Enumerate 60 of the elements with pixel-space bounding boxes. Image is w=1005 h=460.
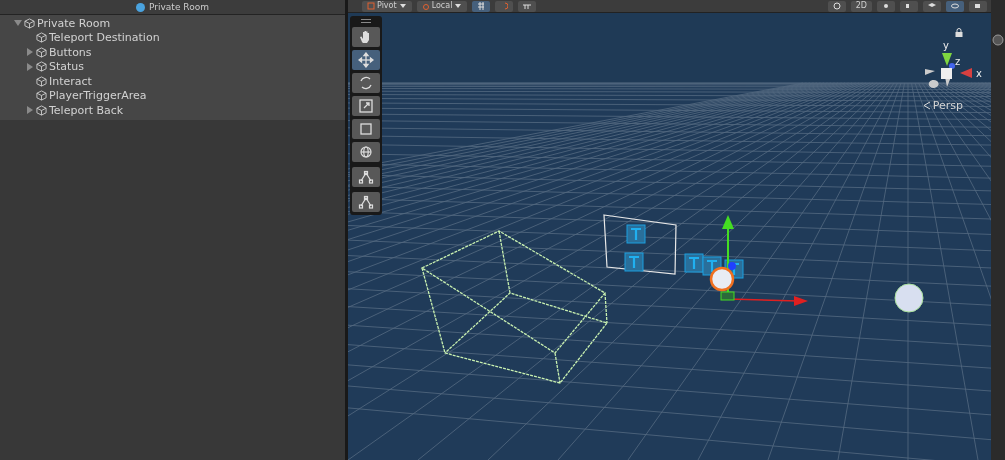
grid-icon (477, 2, 486, 10)
layers-button[interactable] (923, 0, 941, 12)
custom-tool-button[interactable] (352, 167, 380, 187)
local-space-icon (421, 2, 430, 10)
custom-tool-icon (358, 194, 374, 210)
hierarchy-item[interactable]: PlayerTriggerArea (49, 89, 147, 103)
collapse-arrow-icon[interactable] (26, 62, 34, 71)
sphere-object-drawing (894, 283, 924, 313)
orientation-gizmo-drawing[interactable] (925, 53, 972, 88)
collapse-arrow-icon[interactable] (26, 48, 34, 57)
pivot-dropdown[interactable]: Pivot (362, 0, 412, 12)
scale-tool-button[interactable] (352, 96, 380, 116)
hierarchy-item[interactable]: Interact (49, 74, 92, 88)
pivot-icon (367, 2, 375, 10)
caret-icon (454, 2, 463, 10)
transform-tool-button[interactable] (352, 142, 380, 162)
y-axis-label: y (943, 40, 949, 51)
scale-tool-icon (358, 98, 374, 114)
rect-tool-icon (358, 121, 374, 137)
camera-icon (974, 2, 982, 10)
camera-button[interactable] (969, 0, 987, 12)
cube-icon (36, 90, 47, 102)
transform-tool-icon (358, 144, 374, 160)
z-axis-label: z (955, 56, 961, 67)
grid-snap-button[interactable] (472, 0, 491, 12)
lock-icon[interactable] (955, 28, 963, 37)
cube-icon (36, 46, 47, 58)
ruler-icon (523, 2, 532, 10)
mode-2d-button[interactable]: 2D (850, 0, 872, 12)
move-tool-button[interactable] (352, 50, 380, 70)
caret-icon (398, 2, 407, 10)
custom-tool-button[interactable] (352, 192, 380, 212)
cube-icon (24, 17, 35, 29)
sphere-gizmo-drawing (709, 266, 735, 292)
collapse-arrow-icon[interactable] (26, 106, 34, 115)
hierarchy-item[interactable]: Buttons (49, 45, 92, 59)
custom-tool-icon (358, 169, 374, 185)
ruler-button[interactable] (518, 0, 537, 12)
expand-arrow-icon[interactable] (14, 19, 22, 28)
move-tool-icon (358, 52, 374, 68)
chevron-left-icon[interactable] (922, 101, 931, 110)
cube-icon (36, 104, 47, 116)
rect-tool-button[interactable] (352, 119, 380, 139)
hierarchy-item[interactable]: Teleport Destination (49, 31, 160, 45)
layers-icon (928, 2, 936, 10)
space-dropdown[interactable]: Local (416, 0, 468, 12)
x-axis-label: x (976, 68, 982, 79)
projection-label[interactable]: Persp (932, 99, 963, 112)
rotate-tool-icon (358, 75, 374, 91)
hand-tool-button[interactable] (352, 27, 380, 47)
cube-icon (36, 61, 47, 73)
hierarchy-item[interactable]: Private Room (37, 16, 111, 30)
hierarchy-item[interactable]: Status (49, 60, 85, 74)
hierarchy-title: Private Room (149, 2, 209, 12)
eye-icon (951, 2, 959, 10)
visibility-button[interactable] (946, 0, 964, 12)
hierarchy-item[interactable]: Teleport Back (49, 103, 124, 117)
cube-icon (36, 75, 47, 87)
cube-icon (36, 32, 47, 44)
rotate-tool-button[interactable] (352, 73, 380, 93)
